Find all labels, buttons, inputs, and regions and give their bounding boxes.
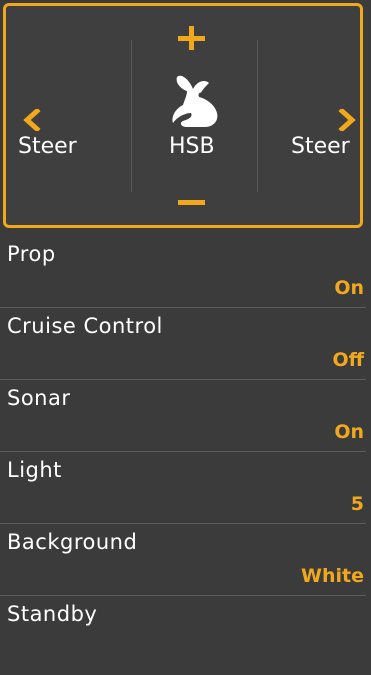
chevron-right-icon	[338, 109, 356, 131]
settings-menu: Prop On Cruise Control Off Sonar On Ligh…	[0, 236, 366, 668]
hsb-label: HSB	[169, 134, 215, 159]
menu-item-standby[interactable]: Standby	[0, 596, 366, 668]
speed-decrease-button[interactable]	[178, 200, 205, 205]
rabbit-icon	[172, 75, 218, 127]
menu-item-sonar[interactable]: Sonar On	[0, 380, 366, 452]
left-divider	[131, 40, 132, 192]
menu-item-label: Prop	[7, 242, 56, 266]
menu-item-label: Standby	[7, 602, 98, 626]
steer-left-label: Steer	[18, 134, 77, 159]
chevron-left-icon	[23, 109, 41, 131]
menu-item-background[interactable]: Background White	[0, 524, 366, 596]
menu-item-value: On	[334, 421, 364, 443]
menu-item-label: Sonar	[7, 386, 71, 410]
steer-left-button[interactable]: Steer	[6, 96, 128, 186]
speed-increase-button[interactable]	[178, 26, 205, 52]
menu-item-value: Off	[332, 349, 364, 371]
menu-item-value: On	[334, 277, 364, 299]
steer-speed-control[interactable]: Steer HSB Steer	[3, 3, 363, 228]
steer-right-button[interactable]: Steer	[260, 96, 360, 186]
trolling-motor-panel: Steer HSB Steer Prop On Cruise Control O…	[0, 0, 371, 675]
menu-item-value: 5	[350, 493, 364, 515]
steer-right-label: Steer	[291, 134, 350, 159]
menu-item-label: Cruise Control	[7, 314, 163, 338]
hsb-button[interactable]: HSB	[134, 64, 254, 184]
menu-item-value: White	[301, 565, 364, 587]
menu-item-cruise-control[interactable]: Cruise Control Off	[0, 308, 366, 380]
menu-item-label: Light	[7, 458, 62, 482]
menu-item-prop[interactable]: Prop On	[0, 236, 366, 308]
menu-item-label: Background	[7, 530, 138, 554]
right-divider	[257, 40, 258, 192]
menu-item-light[interactable]: Light 5	[0, 452, 366, 524]
